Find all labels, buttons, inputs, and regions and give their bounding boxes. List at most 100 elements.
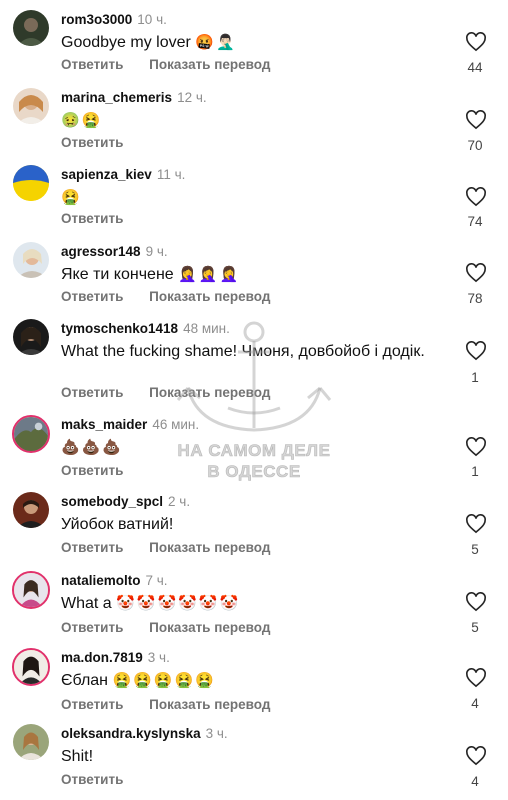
comment-body: Єблан xyxy=(61,672,109,689)
like-count: 44 xyxy=(467,60,483,75)
heart-icon[interactable] xyxy=(465,110,487,130)
heart-icon[interactable] xyxy=(465,437,487,457)
heart-icon[interactable] xyxy=(465,668,487,688)
avatar[interactable] xyxy=(13,10,49,46)
comment-actions: Ответить Показать перевод xyxy=(61,289,292,304)
show-translation-button[interactable]: Показать перевод xyxy=(149,620,270,635)
comment-actions: Ответить Показать перевод xyxy=(61,385,292,400)
like-count: 70 xyxy=(467,138,483,153)
reply-button[interactable]: Ответить xyxy=(61,463,123,478)
avatar[interactable] xyxy=(13,165,49,201)
show-translation-button[interactable]: Показать перевод xyxy=(149,57,270,72)
timestamp: 48 мин. xyxy=(183,321,230,336)
like-count: 1 xyxy=(471,370,479,385)
comment-emojis: 🤮🤮🤮🤮🤮 xyxy=(112,672,216,689)
reply-button[interactable]: Ответить xyxy=(61,57,123,72)
comments-list: rom3o3000 10 ч. Goodbye my lover 🤬🤦🏻‍♂️ О… xyxy=(0,0,508,800)
comment-meta: ma.don.7819 3 ч. xyxy=(61,650,170,666)
reply-button[interactable]: Ответить xyxy=(61,540,123,555)
avatar[interactable] xyxy=(13,242,49,278)
comment-actions: Ответить xyxy=(61,211,145,226)
comment-emojis: 🤦‍♀️🤦‍♀️🤦‍♀️ xyxy=(178,266,241,283)
show-translation-button[interactable]: Показать перевод xyxy=(149,697,270,712)
comment-meta: rom3o3000 10 ч. xyxy=(61,12,167,28)
heart-icon[interactable] xyxy=(465,341,487,361)
comment-text: Уйобок ватний! xyxy=(61,515,421,535)
like-count: 4 xyxy=(471,696,479,711)
username[interactable]: tymoschenko1418 xyxy=(61,321,178,336)
comment-text: What the fucking shame! Чмоня, довбойоб … xyxy=(61,342,431,362)
username[interactable]: rom3o3000 xyxy=(61,12,132,27)
comment-text: 💩💩💩 xyxy=(61,438,421,458)
comment-text: 🤢🤮 xyxy=(61,111,421,131)
avatar[interactable] xyxy=(13,724,49,760)
comment-body: Shit! xyxy=(61,748,94,765)
timestamp: 3 ч. xyxy=(147,650,170,665)
reply-button[interactable]: Ответить xyxy=(61,385,123,400)
comment-meta: sapienza_kiev 11 ч. xyxy=(61,167,185,183)
username[interactable]: somebody_spcl xyxy=(61,494,163,509)
avatar-with-story-ring[interactable] xyxy=(12,415,50,453)
avatar[interactable] xyxy=(13,88,49,124)
comment-emojis: 🤬🤦🏻‍♂️ xyxy=(195,34,237,51)
comment-body: Goodbye my lover xyxy=(61,34,191,51)
comment-actions: Ответить xyxy=(61,772,145,787)
like-count: 78 xyxy=(467,291,483,306)
like-count: 1 xyxy=(471,464,479,479)
avatar[interactable] xyxy=(13,492,49,528)
comment-body: What the fucking shame! Чмоня, довбойоб … xyxy=(61,343,425,360)
comment-actions: Ответить Показать перевод xyxy=(61,540,292,555)
avatar-with-story-ring[interactable] xyxy=(12,571,50,609)
username[interactable]: sapienza_kiev xyxy=(61,167,152,182)
heart-icon[interactable] xyxy=(465,746,487,766)
comment-emojis: 🤢🤮 xyxy=(61,112,103,129)
comment-text: What a 🤡🤡🤡🤡🤡🤡 xyxy=(61,594,421,614)
timestamp: 9 ч. xyxy=(145,244,168,259)
like-count: 74 xyxy=(467,214,483,229)
like-count: 5 xyxy=(471,542,479,557)
comment-meta: oleksandra.kyslynska 3 ч. xyxy=(61,726,228,742)
reply-button[interactable]: Ответить xyxy=(61,289,123,304)
username[interactable]: ma.don.7819 xyxy=(61,650,143,665)
comment-meta: agressor148 9 ч. xyxy=(61,244,168,260)
username[interactable]: maks_maider xyxy=(61,417,147,432)
comment-text: 🤮 xyxy=(61,188,421,208)
comment-actions: Ответить xyxy=(61,463,145,478)
comment-meta: nataliemolto 7 ч. xyxy=(61,573,168,589)
avatar[interactable] xyxy=(13,319,49,355)
username[interactable]: marina_chemeris xyxy=(61,90,172,105)
heart-icon[interactable] xyxy=(465,592,487,612)
username[interactable]: nataliemolto xyxy=(61,573,141,588)
comment-actions: Ответить xyxy=(61,135,145,150)
comment-emojis: 💩💩💩 xyxy=(61,439,124,456)
comment-meta: somebody_spcl 2 ч. xyxy=(61,494,190,510)
timestamp: 3 ч. xyxy=(205,726,228,741)
timestamp: 2 ч. xyxy=(168,494,191,509)
comment-text: Shit! xyxy=(61,747,421,767)
reply-button[interactable]: Ответить xyxy=(61,772,123,787)
reply-button[interactable]: Ответить xyxy=(61,697,123,712)
timestamp: 7 ч. xyxy=(145,573,168,588)
heart-icon[interactable] xyxy=(465,187,487,207)
comment-meta: maks_maider 46 мин. xyxy=(61,417,199,433)
like-count: 4 xyxy=(471,774,479,789)
avatar-with-story-ring[interactable] xyxy=(12,648,50,686)
reply-button[interactable]: Ответить xyxy=(61,211,123,226)
username[interactable]: oleksandra.kyslynska xyxy=(61,726,201,741)
timestamp: 46 мин. xyxy=(152,417,200,432)
show-translation-button[interactable]: Показать перевод xyxy=(149,540,270,555)
comment-text: Goodbye my lover 🤬🤦🏻‍♂️ xyxy=(61,33,421,53)
reply-button[interactable]: Ответить xyxy=(61,620,123,635)
like-count: 5 xyxy=(471,620,479,635)
heart-icon[interactable] xyxy=(465,32,487,52)
comment-text: Єблан 🤮🤮🤮🤮🤮 xyxy=(61,671,421,691)
username[interactable]: agressor148 xyxy=(61,244,141,259)
heart-icon[interactable] xyxy=(465,263,487,283)
show-translation-button[interactable]: Показать перевод xyxy=(149,385,270,400)
comment-actions: Ответить Показать перевод xyxy=(61,57,292,72)
comment-emojis: 🤮 xyxy=(61,189,82,206)
reply-button[interactable]: Ответить xyxy=(61,135,123,150)
timestamp: 12 ч. xyxy=(177,90,207,105)
show-translation-button[interactable]: Показать перевод xyxy=(149,289,270,304)
heart-icon[interactable] xyxy=(465,514,487,534)
